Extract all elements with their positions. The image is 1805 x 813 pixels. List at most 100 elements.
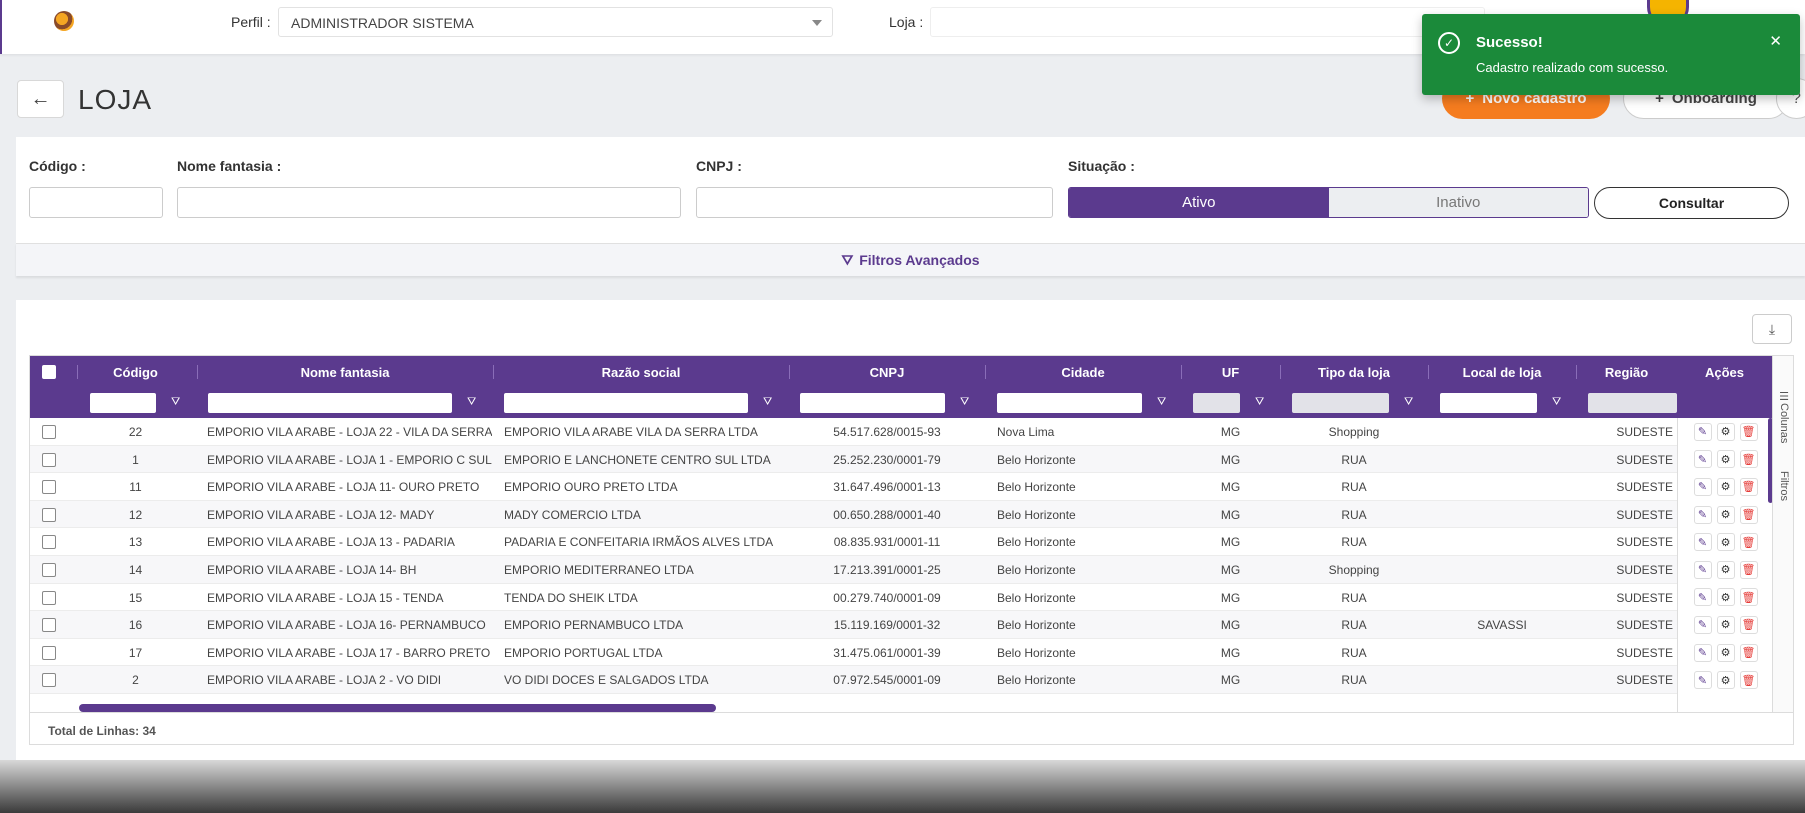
filter-input-nome-fantasia[interactable] bbox=[208, 393, 452, 413]
col-header-uf[interactable]: UF bbox=[1181, 356, 1280, 388]
pencil-icon[interactable]: ✎ bbox=[1693, 477, 1712, 496]
consultar-button[interactable]: Consultar bbox=[1594, 187, 1789, 219]
col-header-codigo[interactable]: Código bbox=[77, 356, 194, 388]
filter-input-cnpj[interactable] bbox=[800, 393, 945, 413]
pencil-icon[interactable]: ✎ bbox=[1693, 615, 1712, 634]
trash-icon[interactable]: 🗑 bbox=[1739, 588, 1758, 607]
loja-select[interactable] bbox=[930, 7, 1485, 37]
row-checkbox[interactable] bbox=[42, 507, 56, 522]
trash-icon[interactable]: 🗑 bbox=[1739, 477, 1758, 496]
gear-icon[interactable]: ⚙ bbox=[1716, 422, 1735, 441]
table-row[interactable]: 22 EMPORIO VILA ARABE - LOJA 22 - VILA DA… bbox=[30, 418, 1677, 446]
col-header-regiao[interactable]: Região bbox=[1576, 356, 1677, 388]
download-button[interactable]: ⤓ bbox=[1752, 314, 1792, 344]
col-header-cnpj[interactable]: CNPJ bbox=[789, 356, 985, 388]
filters-tab[interactable]: Filtros bbox=[1773, 456, 1793, 516]
trash-icon[interactable]: 🗑 bbox=[1739, 560, 1758, 579]
row-actions: ✎ ⚙ 🗑 bbox=[1678, 639, 1773, 667]
horizontal-scrollbar[interactable] bbox=[79, 704, 716, 712]
table-row[interactable]: 16 EMPORIO VILA ARABE - LOJA 16- PERNAMBU… bbox=[30, 611, 1677, 639]
cell-codigo: 17 bbox=[128, 645, 143, 660]
nome-fantasia-input[interactable] bbox=[177, 187, 681, 218]
trash-icon[interactable]: 🗑 bbox=[1739, 671, 1758, 690]
row-checkbox[interactable] bbox=[42, 480, 56, 495]
row-checkbox[interactable] bbox=[42, 590, 56, 605]
situacao-label: Situação : bbox=[1068, 158, 1135, 174]
select-all-checkbox[interactable] bbox=[42, 365, 56, 379]
filter-icon[interactable]: ⛛ bbox=[1157, 396, 1166, 409]
col-header-nome-fantasia[interactable]: Nome fantasia bbox=[197, 356, 493, 388]
trash-icon[interactable]: 🗑 bbox=[1739, 643, 1758, 662]
gear-icon[interactable]: ⚙ bbox=[1716, 477, 1735, 496]
col-header-razao-social[interactable]: Razão social bbox=[493, 356, 789, 388]
row-checkbox[interactable] bbox=[42, 645, 56, 660]
table-row[interactable]: 14 EMPORIO VILA ARABE - LOJA 14- BH EMPORI… bbox=[30, 556, 1677, 584]
filter-icon[interactable]: ⛛ bbox=[171, 396, 180, 409]
col-header-local-loja[interactable]: Local de loja bbox=[1428, 356, 1576, 388]
filter-icon[interactable]: ⛛ bbox=[960, 396, 969, 409]
pencil-icon[interactable]: ✎ bbox=[1693, 560, 1712, 579]
cell-cidade: Belo Horizonte bbox=[997, 535, 1076, 550]
pencil-icon[interactable]: ✎ bbox=[1693, 533, 1712, 552]
gear-icon[interactable]: ⚙ bbox=[1716, 643, 1735, 662]
codigo-input[interactable] bbox=[29, 187, 163, 218]
filter-input-tipo-loja[interactable] bbox=[1292, 393, 1389, 413]
columns-tab[interactable]: ☰ Colunas bbox=[1773, 382, 1793, 452]
perfil-select[interactable]: ADMINISTRADOR SISTEMA bbox=[278, 7, 833, 37]
advanced-filters-toggle[interactable]: ⛛ Filtros Avançados bbox=[16, 243, 1805, 276]
gear-icon[interactable]: ⚙ bbox=[1716, 533, 1735, 552]
situacao-ativo-option[interactable]: Ativo bbox=[1069, 188, 1329, 217]
gear-icon[interactable]: ⚙ bbox=[1716, 615, 1735, 634]
row-checkbox[interactable] bbox=[42, 673, 56, 688]
trash-icon[interactable]: 🗑 bbox=[1739, 533, 1758, 552]
filter-input-regiao[interactable] bbox=[1588, 393, 1677, 413]
filter-input-razao-social[interactable] bbox=[504, 393, 748, 413]
table-row[interactable]: 2 EMPORIO VILA ARABE - LOJA 2 - VO DIDI VO… bbox=[30, 666, 1677, 694]
trash-icon[interactable]: 🗑 bbox=[1739, 615, 1758, 634]
filter-icon[interactable]: ⛛ bbox=[467, 396, 476, 409]
situacao-inativo-option[interactable]: Inativo bbox=[1328, 188, 1588, 217]
filter-input-codigo[interactable] bbox=[90, 393, 156, 413]
row-checkbox[interactable] bbox=[42, 563, 56, 577]
filter-icon[interactable]: ⛛ bbox=[1404, 396, 1413, 409]
table-row[interactable]: 11 EMPORIO VILA ARABE - LOJA 11- OURO PRE… bbox=[30, 473, 1677, 501]
trash-icon[interactable]: 🗑 bbox=[1739, 422, 1758, 441]
gear-icon[interactable]: ⚙ bbox=[1716, 560, 1735, 579]
filter-input-local-loja[interactable] bbox=[1440, 393, 1537, 413]
gear-icon[interactable]: ⚙ bbox=[1716, 450, 1735, 469]
pencil-icon[interactable]: ✎ bbox=[1693, 450, 1712, 469]
gear-icon[interactable]: ⚙ bbox=[1716, 505, 1735, 524]
cell-nome-fantasia: EMPORIO VILA ARABE - LOJA 12- MADY bbox=[207, 507, 435, 522]
gear-icon[interactable]: ⚙ bbox=[1716, 671, 1735, 690]
pencil-icon[interactable]: ✎ bbox=[1693, 671, 1712, 690]
table-row[interactable]: 1 EMPORIO VILA ARABE - LOJA 1 - EMPORIO C… bbox=[30, 445, 1677, 474]
pencil-icon[interactable]: ✎ bbox=[1693, 588, 1712, 607]
filter-icon[interactable]: ⛛ bbox=[763, 396, 772, 409]
filter-icon[interactable]: ⛛ bbox=[1552, 396, 1561, 409]
table-row[interactable]: 15 EMPORIO VILA ARABE - LOJA 15 - TENDA TE… bbox=[30, 584, 1677, 612]
close-icon[interactable]: ✕ bbox=[1769, 32, 1782, 50]
app-logo[interactable] bbox=[54, 11, 74, 31]
pencil-icon[interactable]: ✎ bbox=[1693, 422, 1712, 441]
row-checkbox[interactable] bbox=[42, 425, 56, 439]
filter-input-uf[interactable] bbox=[1193, 393, 1240, 413]
row-checkbox[interactable] bbox=[42, 535, 56, 550]
row-checkbox[interactable] bbox=[42, 452, 56, 467]
filter-input-cidade[interactable] bbox=[997, 393, 1142, 413]
pencil-icon[interactable]: ✎ bbox=[1693, 643, 1712, 662]
back-button[interactable]: ← bbox=[17, 80, 64, 118]
cnpj-input[interactable] bbox=[696, 187, 1053, 218]
cell-uf: MG bbox=[1220, 673, 1241, 688]
table-row[interactable]: 12 EMPORIO VILA ARABE - LOJA 12- MADY MADY… bbox=[30, 500, 1677, 529]
table-row[interactable]: 13 EMPORIO VILA ARABE - LOJA 13 - PADARIA… bbox=[30, 528, 1677, 556]
table-row[interactable]: 17 EMPORIO VILA ARABE - LOJA 17 - BARRO P… bbox=[30, 639, 1677, 667]
trash-icon[interactable]: 🗑 bbox=[1739, 505, 1758, 524]
col-header-cidade[interactable]: Cidade bbox=[985, 356, 1181, 388]
gear-icon[interactable]: ⚙ bbox=[1716, 588, 1735, 607]
filter-icon[interactable]: ⛛ bbox=[1255, 396, 1264, 409]
trash-icon[interactable]: 🗑 bbox=[1739, 450, 1758, 469]
col-header-tipo-loja[interactable]: Tipo da loja bbox=[1280, 356, 1428, 388]
pencil-icon[interactable]: ✎ bbox=[1693, 505, 1712, 524]
row-checkbox[interactable] bbox=[42, 618, 56, 633]
situacao-toggle: Ativo Inativo bbox=[1068, 187, 1589, 218]
